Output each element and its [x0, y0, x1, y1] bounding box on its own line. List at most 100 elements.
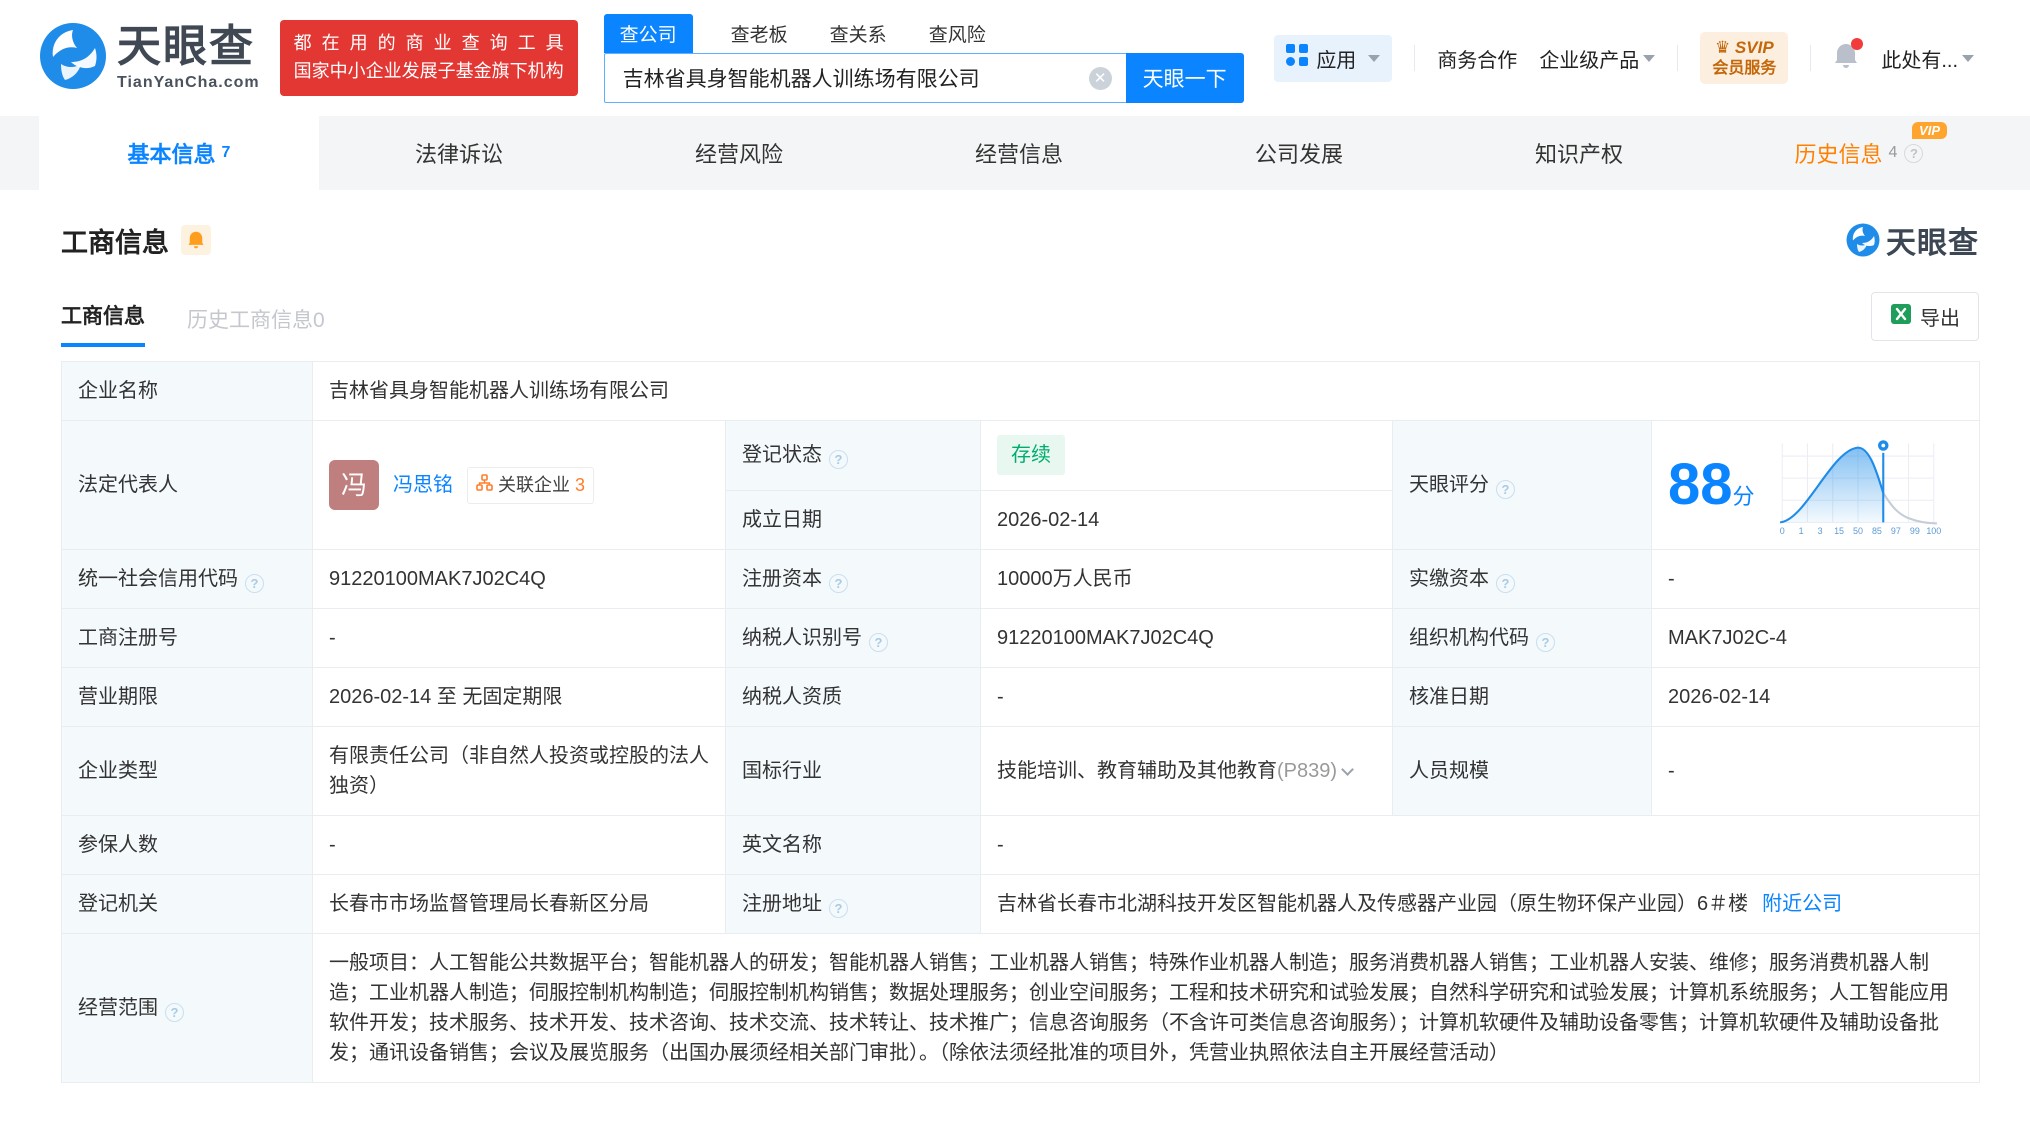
- field-label: 注册地址: [725, 874, 981, 934]
- help-icon[interactable]: [829, 899, 848, 918]
- taxpayer-id-value: 91220100MAK7J02C4Q: [980, 608, 1393, 668]
- subscribe-bell-icon[interactable]: [181, 225, 211, 255]
- table-row: 营业期限 2026-02-14 至 无固定期限 纳税人资质 - 核准日期 202…: [61, 667, 1981, 727]
- help-icon[interactable]: [1904, 143, 1924, 163]
- logo-domain: TianYanCha.com: [117, 74, 260, 91]
- table-row: 参保人数 - 英文名称 -: [61, 815, 1981, 875]
- reg-authority-value: 长春市市场监督管理局长春新区分局: [312, 874, 726, 934]
- help-icon[interactable]: [1536, 633, 1555, 652]
- svg-text:0: 0: [1779, 526, 1784, 535]
- staff-size-value: -: [1650, 726, 1981, 816]
- est-date-value: 2026-02-14: [980, 489, 1393, 551]
- field-label: 登记状态: [725, 420, 981, 491]
- subtab-history-business-info[interactable]: 历史工商信息0: [187, 304, 325, 347]
- tab-legal-proceedings-label: 法律诉讼: [414, 142, 503, 167]
- apps-menu[interactable]: 应用: [1274, 34, 1393, 82]
- related-companies-count: 3: [575, 474, 586, 495]
- notification-dot: [1851, 37, 1864, 50]
- search-tab-boss[interactable]: 查老板: [727, 14, 792, 53]
- insured-count-value: -: [312, 815, 726, 875]
- business-cooperation-link[interactable]: 商务合作: [1437, 44, 1517, 73]
- svg-text:99: 99: [1909, 526, 1919, 535]
- help-icon[interactable]: [165, 1003, 184, 1022]
- business-info-table: 企业名称 吉林省具身智能机器人训练场有限公司 法定代表人 冯 冯思铭 关联企业 …: [61, 361, 1981, 1083]
- chevron-down-icon: [1368, 54, 1381, 62]
- score-value: 88: [1668, 452, 1733, 517]
- account-menu[interactable]: 此处有...: [1881, 44, 1974, 73]
- table-row: 登记机关 长春市市场监督管理局长春新区分局 注册地址 吉林省长春市北湖科技开发区…: [61, 874, 1981, 934]
- vip-badge: VIP: [1912, 122, 1947, 139]
- reg-number-value: -: [312, 608, 726, 668]
- legal-rep-link[interactable]: 冯思铭: [393, 470, 453, 500]
- help-icon[interactable]: [1496, 574, 1515, 593]
- enterprise-products-label: 企业级产品: [1539, 49, 1640, 72]
- org-code-value: MAK7J02C-4: [1650, 608, 1981, 668]
- tyc-score-cell: 88分 0 1 3 15 50 85 97 99 100: [1650, 420, 1981, 550]
- enterprise-products-link[interactable]: 企业级产品: [1539, 44, 1656, 73]
- company-name-value: 吉林省具身智能机器人训练场有限公司: [311, 361, 1981, 421]
- search-tab-company[interactable]: 查公司: [603, 14, 693, 53]
- org-chart-icon: [476, 472, 493, 499]
- nearby-companies-link[interactable]: 附近公司: [1762, 893, 1842, 915]
- clear-search-icon[interactable]: ✕: [1088, 67, 1112, 90]
- field-label: 人员规模: [1392, 726, 1652, 816]
- tab-intellectual-property[interactable]: 知识产权: [1439, 116, 1719, 190]
- company-nav-tabs: 基本信息 7 法律诉讼 经营风险 经营信息 公司发展 知识产权 VIP 历史信息…: [0, 116, 2030, 190]
- related-companies-label: 关联企业: [498, 474, 570, 495]
- tab-history-info-count: 4: [1888, 144, 1898, 161]
- tab-legal-proceedings[interactable]: 法律诉讼: [319, 116, 599, 190]
- tab-history-info[interactable]: VIP 历史信息 4: [1719, 116, 1999, 190]
- field-label: 注册资本: [725, 549, 981, 609]
- svg-text:97: 97: [1890, 526, 1900, 535]
- notifications-bell-icon[interactable]: [1833, 37, 1864, 75]
- table-row: 法定代表人 冯 冯思铭 关联企业 3 登记状态? 存续 天眼评分? 88分 0 …: [61, 420, 1981, 550]
- tab-operating-risk[interactable]: 经营风险: [599, 116, 879, 190]
- tianyancha-logo[interactable]: 天眼查 TianYanCha.com: [39, 22, 260, 95]
- subtab-business-info[interactable]: 工商信息: [61, 300, 145, 347]
- field-label: 参保人数: [61, 815, 313, 875]
- divider: [1810, 45, 1812, 71]
- avatar[interactable]: 冯: [329, 460, 379, 510]
- table-row: 企业类型 有限责任公司（非自然人投资或控股的法人独资） 国标行业 技能培训、教育…: [61, 726, 1981, 816]
- help-icon[interactable]: [829, 450, 848, 470]
- field-label: 成立日期: [725, 489, 981, 551]
- divider: [1677, 45, 1679, 71]
- field-label: 核准日期: [1392, 667, 1652, 727]
- taxpayer-qualification-value: -: [980, 667, 1393, 727]
- field-label: 经营范围: [61, 933, 313, 1083]
- search-tab-relation[interactable]: 查关系: [826, 14, 891, 53]
- search-button[interactable]: 天眼一下: [1125, 53, 1244, 103]
- business-scope-value: 一般项目：人工智能公共数据平台；智能机器人的研发；智能机器人销售；工业机器人销售…: [311, 933, 1981, 1083]
- field-label: 登记机关: [61, 874, 313, 934]
- svg-text:1: 1: [1798, 526, 1803, 535]
- status-badge: 存续: [997, 435, 1065, 476]
- chevron-down-icon: [1643, 54, 1656, 62]
- logo-name: 天眼查: [117, 22, 255, 71]
- tab-company-development[interactable]: 公司发展: [1159, 116, 1439, 190]
- help-icon[interactable]: [245, 574, 264, 593]
- field-label: 企业名称: [61, 361, 313, 421]
- logo-swirl-icon: [39, 22, 107, 95]
- tab-basic-info-label: 基本信息: [127, 142, 216, 167]
- table-row: 统一社会信用代码 91220100MAK7J02C4Q 注册资本 10000万人…: [61, 549, 1981, 609]
- search-input[interactable]: [603, 53, 1126, 103]
- export-button[interactable]: 导出: [1871, 292, 1979, 341]
- table-row: 工商注册号 - 纳税人识别号 91220100MAK7J02C4Q 组织机构代码…: [61, 608, 1981, 668]
- search-tab-risk[interactable]: 查风险: [925, 14, 990, 53]
- svip-membership-button[interactable]: ♛ SVIP 会员服务: [1700, 32, 1789, 84]
- related-companies-badge[interactable]: 关联企业 3: [467, 466, 595, 504]
- field-label: 工商注册号: [61, 608, 313, 668]
- section-title: 工商信息: [61, 227, 169, 258]
- svg-text:15: 15: [1834, 526, 1844, 535]
- svip-label: SVIP: [1734, 38, 1774, 58]
- field-label: 企业类型: [61, 726, 313, 816]
- chevron-down-icon[interactable]: [1341, 763, 1354, 776]
- table-row: 企业名称 吉林省具身智能机器人训练场有限公司: [61, 361, 1981, 421]
- help-icon[interactable]: [869, 633, 888, 652]
- tab-basic-info[interactable]: 基本信息 7: [39, 116, 319, 190]
- help-icon[interactable]: [829, 574, 848, 593]
- help-icon[interactable]: [1496, 480, 1515, 499]
- tab-operating-info[interactable]: 经营信息: [879, 116, 1159, 190]
- field-label: 天眼评分: [1392, 420, 1652, 550]
- top-navigation: 应用 商务合作 企业级产品 ♛ SVIP 会员服务 此处有...: [1274, 32, 2030, 84]
